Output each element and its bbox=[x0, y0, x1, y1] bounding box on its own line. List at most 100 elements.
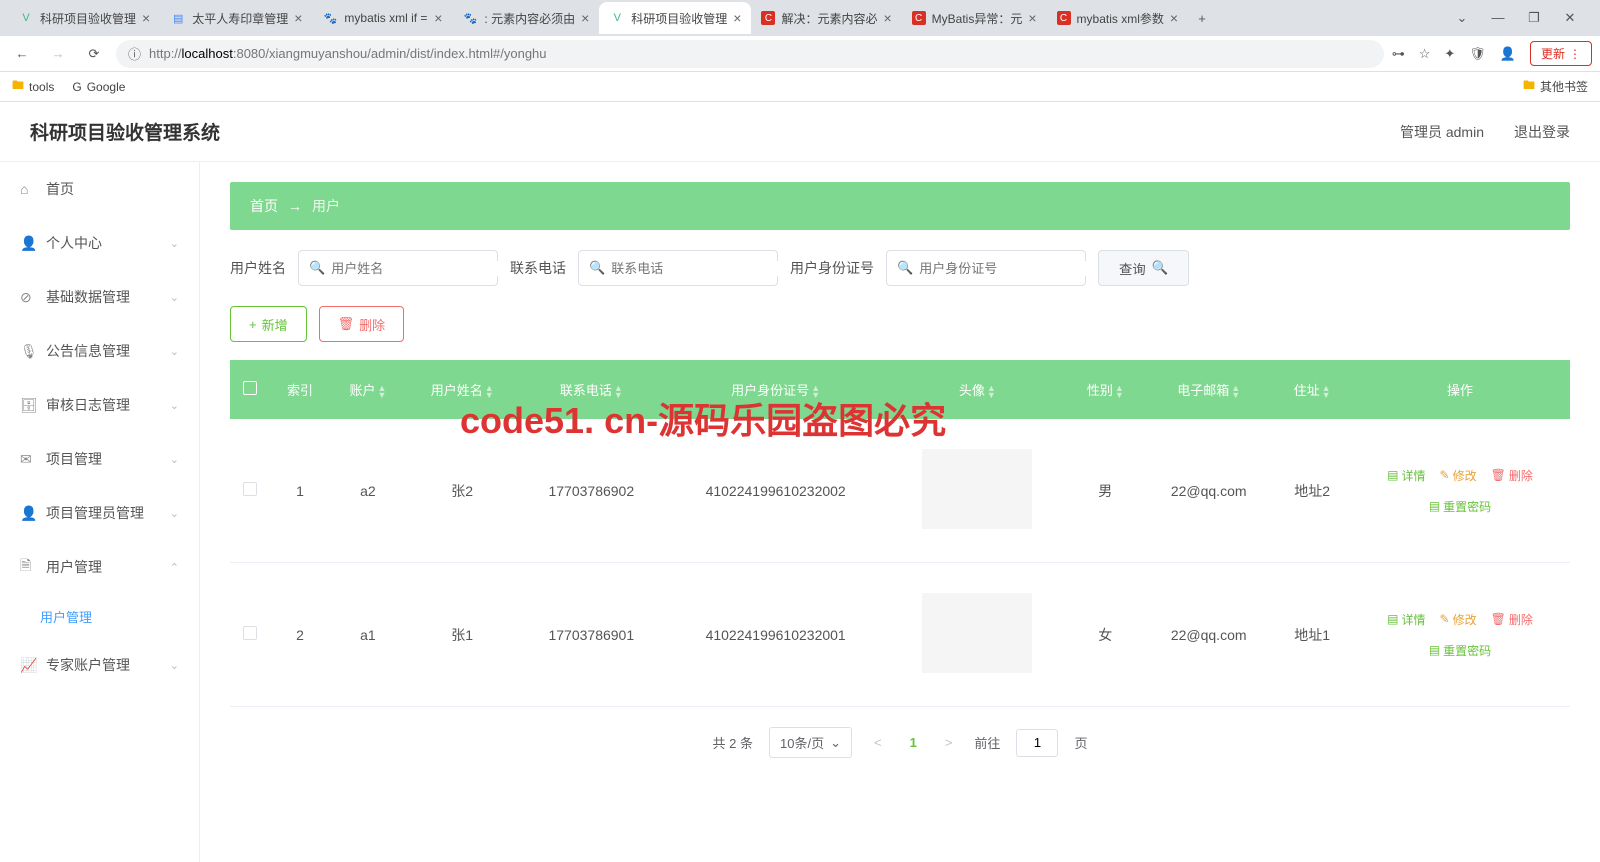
close-icon[interactable]: × bbox=[581, 10, 589, 26]
sidebar-item-basedata[interactable]: ⊘基础数据管理⌄ bbox=[0, 270, 199, 324]
breadcrumb: 首页 → 用户 bbox=[230, 182, 1570, 230]
browser-tab[interactable]: C解决：元素内容必× bbox=[751, 2, 901, 34]
prev-page-button[interactable]: < bbox=[868, 735, 888, 750]
bookmark-tools[interactable]: 🖿tools bbox=[12, 76, 54, 97]
filter-input-name[interactable]: 🔍 bbox=[298, 250, 498, 286]
sidebar-item-usermgmt[interactable]: 🗎用户管理⌃ bbox=[0, 540, 199, 594]
row-checkbox[interactable] bbox=[243, 626, 257, 640]
sort-icon[interactable]: ▲▼ bbox=[987, 385, 996, 399]
detail-button[interactable]: ▤详情 bbox=[1387, 611, 1425, 628]
col-address[interactable]: 住址▲▼ bbox=[1274, 360, 1350, 419]
extensions-icon[interactable]: ✦ bbox=[1444, 46, 1455, 62]
filter-row: 用户姓名 🔍 联系电话 🔍 用户身份证号 🔍 查询🔍 bbox=[230, 250, 1570, 286]
reading-list-icon[interactable]: 🛡 bbox=[1469, 46, 1486, 62]
browser-tab[interactable]: 🐾mybatis xml if =× bbox=[312, 2, 452, 34]
tab-search-icon[interactable]: ⌄ bbox=[1452, 10, 1472, 26]
sort-icon[interactable]: ▲▼ bbox=[1322, 385, 1331, 399]
sidebar-item-project[interactable]: ✉项目管理⌄ bbox=[0, 432, 199, 486]
sidebar-item-notice[interactable]: 🎙公告信息管理⌄ bbox=[0, 324, 199, 378]
row-delete-button[interactable]: 🗑删除 bbox=[1491, 467, 1533, 484]
browser-tab[interactable]: 🐾: 元素内容必须由× bbox=[452, 2, 599, 34]
sidebar-item-home[interactable]: ⌂首页 bbox=[0, 162, 199, 216]
query-button[interactable]: 查询🔍 bbox=[1098, 250, 1189, 286]
close-window-icon[interactable]: ✕ bbox=[1560, 10, 1580, 26]
next-page-button[interactable]: > bbox=[939, 735, 959, 750]
sidebar-item-projectadmin[interactable]: 👤项目管理员管理⌄ bbox=[0, 486, 199, 540]
reset-password-button[interactable]: ▤重置密码 bbox=[1429, 498, 1491, 515]
filter-input-id[interactable]: 🔍 bbox=[886, 250, 1086, 286]
browser-tab[interactable]: ▤太平人寿印章管理× bbox=[160, 2, 312, 34]
sidebar-item-expert[interactable]: 📈专家账户管理⌄ bbox=[0, 638, 199, 692]
minimize-icon[interactable]: — bbox=[1488, 10, 1508, 26]
close-icon[interactable]: × bbox=[883, 10, 891, 26]
filter-input-phone[interactable]: 🔍 bbox=[578, 250, 778, 286]
browser-tab[interactable]: CMyBatis异常：元× bbox=[902, 2, 1047, 34]
close-icon[interactable]: × bbox=[1170, 10, 1178, 26]
bookmark-other[interactable]: 🖿其他书签 bbox=[1523, 76, 1588, 97]
sort-icon[interactable]: ▲▼ bbox=[1115, 385, 1124, 399]
close-icon[interactable]: × bbox=[733, 10, 741, 26]
search-icon: 🔍 bbox=[309, 260, 325, 276]
sidebar-item-auditlog[interactable]: 🗄审核日志管理⌄ bbox=[0, 378, 199, 432]
list-icon: ▤ bbox=[1429, 499, 1440, 513]
bookmark-star-icon[interactable]: ☆ bbox=[1419, 46, 1431, 62]
detail-button[interactable]: ▤详情 bbox=[1387, 467, 1425, 484]
edit-button[interactable]: ✎修改 bbox=[1440, 611, 1477, 628]
cell-name: 张1 bbox=[406, 563, 519, 707]
page-jump-input[interactable] bbox=[1016, 729, 1058, 757]
info-icon[interactable]: ⓘ bbox=[128, 44, 141, 63]
user-label[interactable]: 管理员 admin bbox=[1400, 122, 1484, 142]
browser-tab-active[interactable]: V科研项目验收管理× bbox=[599, 2, 751, 34]
col-name[interactable]: 用户姓名▲▼ bbox=[406, 360, 519, 419]
col-phone[interactable]: 联系电话▲▼ bbox=[519, 360, 664, 419]
cell-phone: 17703786902 bbox=[519, 419, 664, 563]
reset-password-button[interactable]: ▤重置密码 bbox=[1429, 642, 1491, 659]
reload-button[interactable]: ⟳ bbox=[80, 40, 108, 68]
profile-icon[interactable]: 👤 bbox=[1500, 46, 1516, 62]
select-all-checkbox[interactable] bbox=[243, 381, 257, 395]
forward-button[interactable]: → bbox=[44, 40, 72, 68]
clock-icon: ⊘ bbox=[20, 289, 36, 306]
update-button[interactable]: 更新⋮ bbox=[1530, 41, 1592, 66]
logout-link[interactable]: 退出登录 bbox=[1514, 122, 1570, 142]
folder-icon: 🖿 bbox=[1523, 76, 1535, 97]
page-number[interactable]: 1 bbox=[904, 735, 923, 750]
sort-icon[interactable]: ▲▼ bbox=[614, 385, 623, 399]
close-icon[interactable]: × bbox=[434, 10, 442, 26]
browser-tab[interactable]: V科研项目验收管理× bbox=[8, 2, 160, 34]
password-icon[interactable]: ⊶ bbox=[1392, 46, 1405, 62]
table-header: 索引 账户▲▼ 用户姓名▲▼ 联系电话▲▼ 用户身份证号▲▼ 头像▲▼ 性别▲▼… bbox=[230, 360, 1570, 419]
sort-icon[interactable]: ▲▼ bbox=[377, 385, 386, 399]
search-icon: 🔍 bbox=[589, 260, 605, 276]
sidebar-item-profile[interactable]: 👤个人中心⌄ bbox=[0, 216, 199, 270]
new-tab-button[interactable]: + bbox=[1188, 4, 1216, 32]
edit-button[interactable]: ✎修改 bbox=[1440, 467, 1477, 484]
browser-tab[interactable]: Cmybatis xml参数× bbox=[1047, 2, 1189, 34]
delete-button[interactable]: 🗑删除 bbox=[319, 306, 405, 342]
url-input[interactable]: ⓘ http://localhost:8080/xiangmuyanshou/a… bbox=[116, 40, 1384, 68]
col-account[interactable]: 账户▲▼ bbox=[330, 360, 406, 419]
breadcrumb-home[interactable]: 首页 bbox=[250, 196, 278, 216]
page-size-select[interactable]: 10条/页⌄ bbox=[769, 727, 852, 758]
sort-icon[interactable]: ▲▼ bbox=[811, 385, 820, 399]
col-index[interactable]: 索引 bbox=[270, 360, 330, 419]
maximize-icon[interactable]: ❐ bbox=[1524, 10, 1544, 26]
app-header: 科研项目验收管理系统 管理员 admin 退出登录 bbox=[0, 102, 1600, 162]
sort-icon[interactable]: ▲▼ bbox=[485, 385, 494, 399]
close-icon[interactable]: × bbox=[142, 10, 150, 26]
row-delete-button[interactable]: 🗑删除 bbox=[1491, 611, 1533, 628]
col-avatar[interactable]: 头像▲▼ bbox=[887, 360, 1067, 419]
chevron-down-icon: ⌄ bbox=[170, 507, 179, 520]
sidebar-subitem-usermgmt[interactable]: 用户管理 bbox=[0, 594, 199, 638]
add-button[interactable]: +新增 bbox=[230, 306, 307, 342]
bookmark-google[interactable]: GGoogle bbox=[72, 80, 125, 94]
col-gender[interactable]: 性别▲▼ bbox=[1067, 360, 1143, 419]
col-actions: 操作 bbox=[1350, 360, 1570, 419]
row-checkbox[interactable] bbox=[243, 482, 257, 496]
close-icon[interactable]: × bbox=[294, 10, 302, 26]
sort-icon[interactable]: ▲▼ bbox=[1231, 385, 1240, 399]
back-button[interactable]: ← bbox=[8, 40, 36, 68]
col-idcard[interactable]: 用户身份证号▲▼ bbox=[664, 360, 887, 419]
col-email[interactable]: 电子邮箱▲▼ bbox=[1143, 360, 1274, 419]
close-icon[interactable]: × bbox=[1028, 10, 1036, 26]
